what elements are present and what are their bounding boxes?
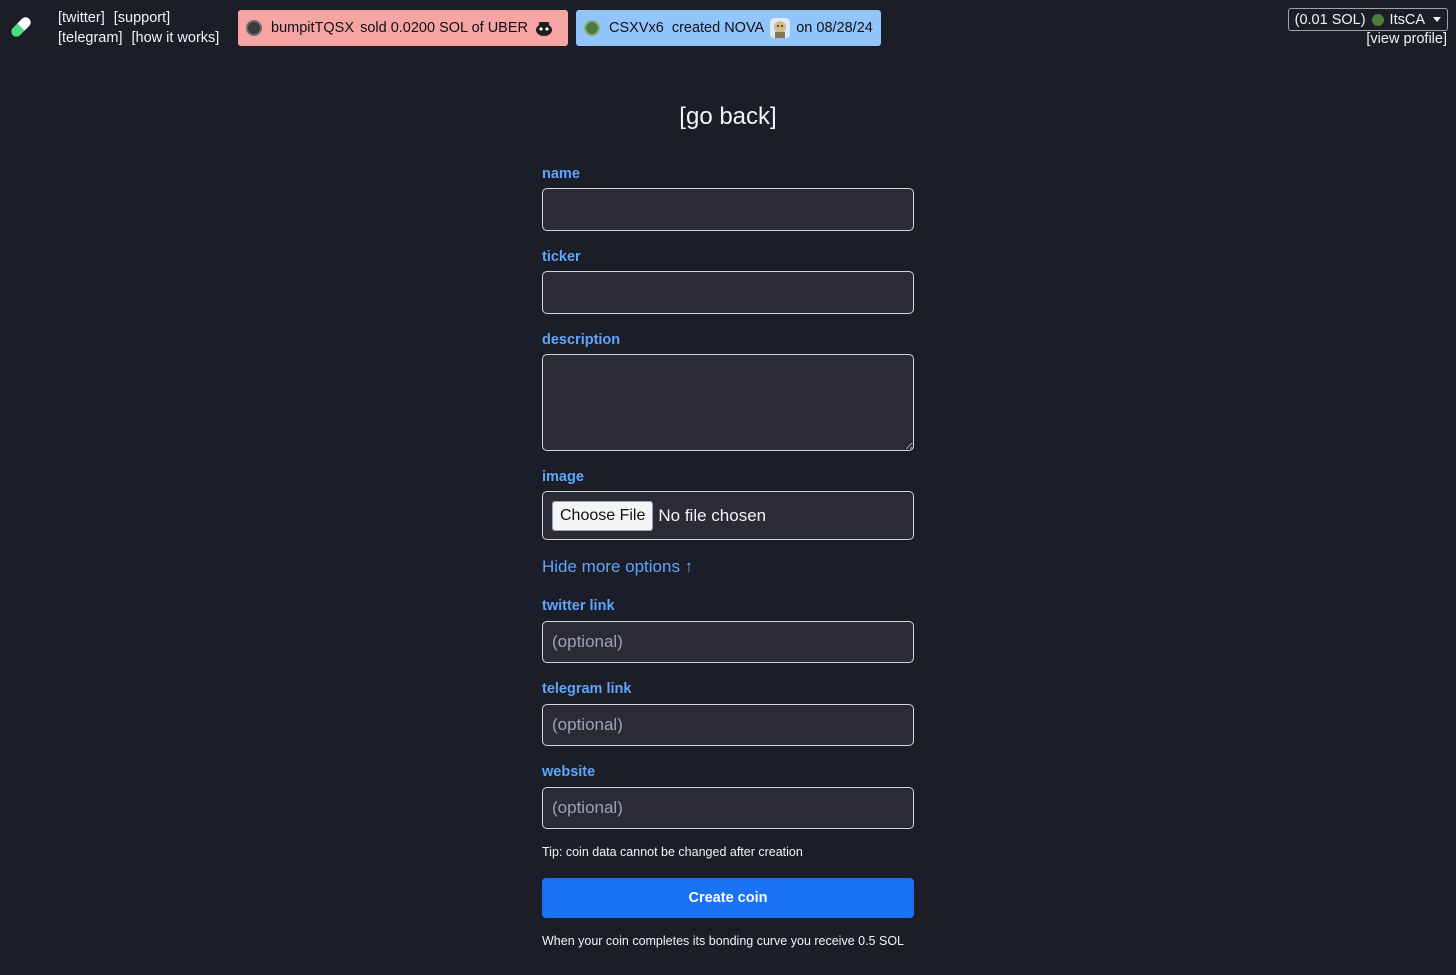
create-coin-button[interactable]: Create coin bbox=[542, 878, 914, 918]
website-input[interactable] bbox=[542, 787, 914, 829]
nav-links: [twitter] [support] [telegram] [how it wor… bbox=[58, 8, 228, 48]
name-input[interactable] bbox=[542, 188, 914, 231]
twitter-link-input[interactable] bbox=[542, 621, 914, 663]
no-file-text: No file chosen bbox=[658, 505, 767, 525]
nav-twitter-link[interactable]: [twitter] bbox=[58, 10, 105, 26]
ticker-action: sold 0.0200 SOL of UBER bbox=[360, 20, 528, 36]
tip-text: Tip: coin data cannot be changed after c… bbox=[542, 845, 803, 859]
chevron-down-icon bbox=[1433, 17, 1441, 22]
view-profile-link[interactable]: [view profile] bbox=[1366, 31, 1447, 47]
name-label: name bbox=[542, 166, 580, 182]
wallet-dropdown[interactable]: (0.01 SOL) ItsCA bbox=[1287, 8, 1448, 31]
telegram-link-input[interactable] bbox=[542, 704, 914, 746]
choose-file-button[interactable]: Choose File bbox=[552, 500, 654, 531]
trade-ticker[interactable]: bumpitTQSX sold 0.0200 SOL of UBER bbox=[238, 10, 568, 46]
hide-more-options-toggle[interactable]: Hide more options ↑ bbox=[542, 557, 693, 577]
go-back-link[interactable]: [go back] bbox=[0, 103, 1456, 131]
wallet-balance: (0.01 SOL) bbox=[1294, 11, 1366, 28]
pill-logo-icon[interactable] bbox=[8, 14, 34, 40]
user-avatar-icon bbox=[584, 20, 600, 36]
wallet-username: ItsCA bbox=[1389, 11, 1425, 28]
ticker-user[interactable]: bumpitTQSX bbox=[271, 20, 354, 36]
coin-image-icon bbox=[770, 18, 791, 38]
telegram-link-label: telegram link bbox=[542, 681, 632, 697]
image-file-input[interactable]: Choose File No file chosen bbox=[542, 491, 914, 540]
description-textarea[interactable] bbox=[542, 354, 914, 451]
creation-ticker[interactable]: CSXVx6 created NOVA on 08/28/24 bbox=[576, 10, 881, 46]
coin-image-icon bbox=[534, 18, 554, 38]
website-label: website bbox=[542, 764, 596, 780]
nav-telegram-link[interactable]: [telegram] bbox=[58, 30, 122, 46]
ticker-label: ticker bbox=[542, 249, 581, 265]
ticker-date: on 08/28/24 bbox=[796, 20, 873, 36]
ticker-user[interactable]: CSXVx6 bbox=[609, 20, 664, 36]
user-avatar-icon bbox=[246, 20, 262, 36]
ticker-action: created NOVA bbox=[671, 20, 765, 36]
nav-how-it-works-link[interactable]: [how it works] bbox=[131, 30, 219, 46]
image-label: image bbox=[542, 469, 584, 485]
ticker-input[interactable] bbox=[542, 271, 914, 314]
bonding-curve-note: When your coin completes its bonding cur… bbox=[542, 934, 904, 948]
nav-support-link[interactable]: [support] bbox=[114, 10, 170, 26]
top-bar: [twitter] [support] [telegram] [how it wor… bbox=[0, 0, 1456, 60]
description-label: description bbox=[542, 332, 621, 348]
twitter-link-label: twitter link bbox=[542, 598, 615, 614]
wallet-avatar-icon bbox=[1371, 13, 1384, 26]
